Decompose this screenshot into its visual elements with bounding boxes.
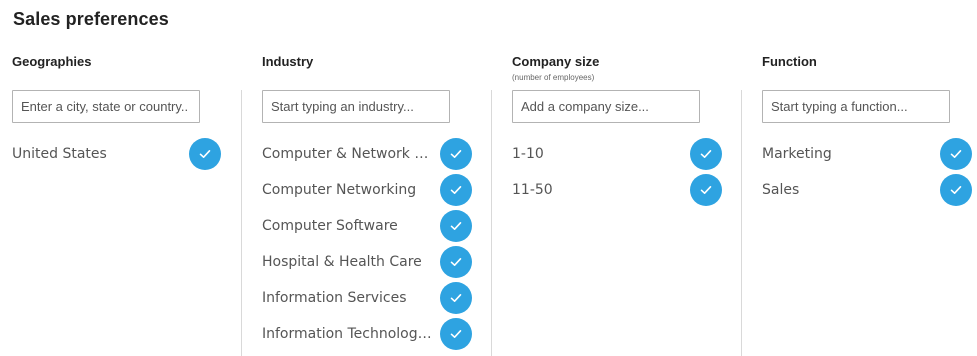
column-divider [241, 90, 242, 356]
selected-toggle-button[interactable] [690, 174, 722, 206]
list-item: United States [12, 136, 221, 172]
checkmark-icon [700, 186, 712, 194]
list-item-label: Sales [762, 182, 800, 198]
company-size-list: 1-10 11-50 [512, 136, 722, 208]
geographies-list: United States [12, 136, 221, 172]
column-divider [491, 90, 492, 356]
company-size-subheader: (number of employees) [512, 73, 595, 82]
checkmark-icon [950, 150, 962, 158]
selected-toggle-button[interactable] [690, 138, 722, 170]
list-item: Computer Networking [262, 172, 472, 208]
checkmark-icon [199, 150, 211, 158]
selected-toggle-button[interactable] [440, 174, 472, 206]
list-item-label: Information Technology and Services [262, 326, 434, 342]
geographies-search-input[interactable] [12, 90, 200, 123]
list-item-label: United States [12, 146, 107, 162]
function-header: Function [762, 54, 817, 69]
selected-toggle-button[interactable] [440, 246, 472, 278]
list-item: Information Services [262, 280, 472, 316]
checkmark-icon [950, 186, 962, 194]
list-item-label: Hospital & Health Care [262, 254, 422, 270]
list-item-label: 1-10 [512, 146, 544, 162]
company-size-search-input[interactable] [512, 90, 700, 123]
function-search-input[interactable] [762, 90, 950, 123]
list-item-label: Marketing [762, 146, 832, 162]
list-item-label: Information Services [262, 290, 407, 306]
geographies-header: Geographies [12, 54, 92, 69]
list-item: Information Technology and Services [262, 316, 472, 352]
checkmark-icon [450, 294, 462, 302]
industry-header: Industry [262, 54, 314, 69]
checkmark-icon [450, 186, 462, 194]
selected-toggle-button[interactable] [440, 282, 472, 314]
company-size-header: Company size [512, 54, 600, 69]
function-column: Function Marketing Sales [741, 0, 977, 356]
selected-toggle-button[interactable] [440, 210, 472, 242]
geographies-column: Geographies United States [0, 0, 240, 356]
list-item: Hospital & Health Care [262, 244, 472, 280]
list-item-label: Computer Software [262, 218, 398, 234]
checkmark-icon [450, 258, 462, 266]
selected-toggle-button[interactable] [940, 174, 972, 206]
industry-column: Industry Computer & Network SecurityComp… [241, 0, 481, 356]
list-item-label: Computer & Network Security [262, 146, 434, 162]
function-list: Marketing Sales [762, 136, 972, 208]
list-item: Computer & Network Security [262, 136, 472, 172]
list-item-label: 11-50 [512, 182, 553, 198]
industry-search-input[interactable] [262, 90, 450, 123]
industry-list: Computer & Network Security Computer Netw… [262, 136, 472, 352]
column-divider [741, 90, 742, 356]
company-size-column: Company size (number of employees) 1-101… [491, 0, 731, 356]
checkmark-icon [450, 330, 462, 338]
checkmark-icon [700, 150, 712, 158]
list-item: 11-50 [512, 172, 722, 208]
list-item: Computer Software [262, 208, 472, 244]
list-item: Marketing [762, 136, 972, 172]
list-item-label: Computer Networking [262, 182, 417, 198]
selected-toggle-button[interactable] [440, 138, 472, 170]
list-item: 1-10 [512, 136, 722, 172]
checkmark-icon [450, 222, 462, 230]
selected-toggle-button[interactable] [440, 318, 472, 350]
selected-toggle-button[interactable] [189, 138, 221, 170]
checkmark-icon [450, 150, 462, 158]
list-item: Sales [762, 172, 972, 208]
selected-toggle-button[interactable] [940, 138, 972, 170]
